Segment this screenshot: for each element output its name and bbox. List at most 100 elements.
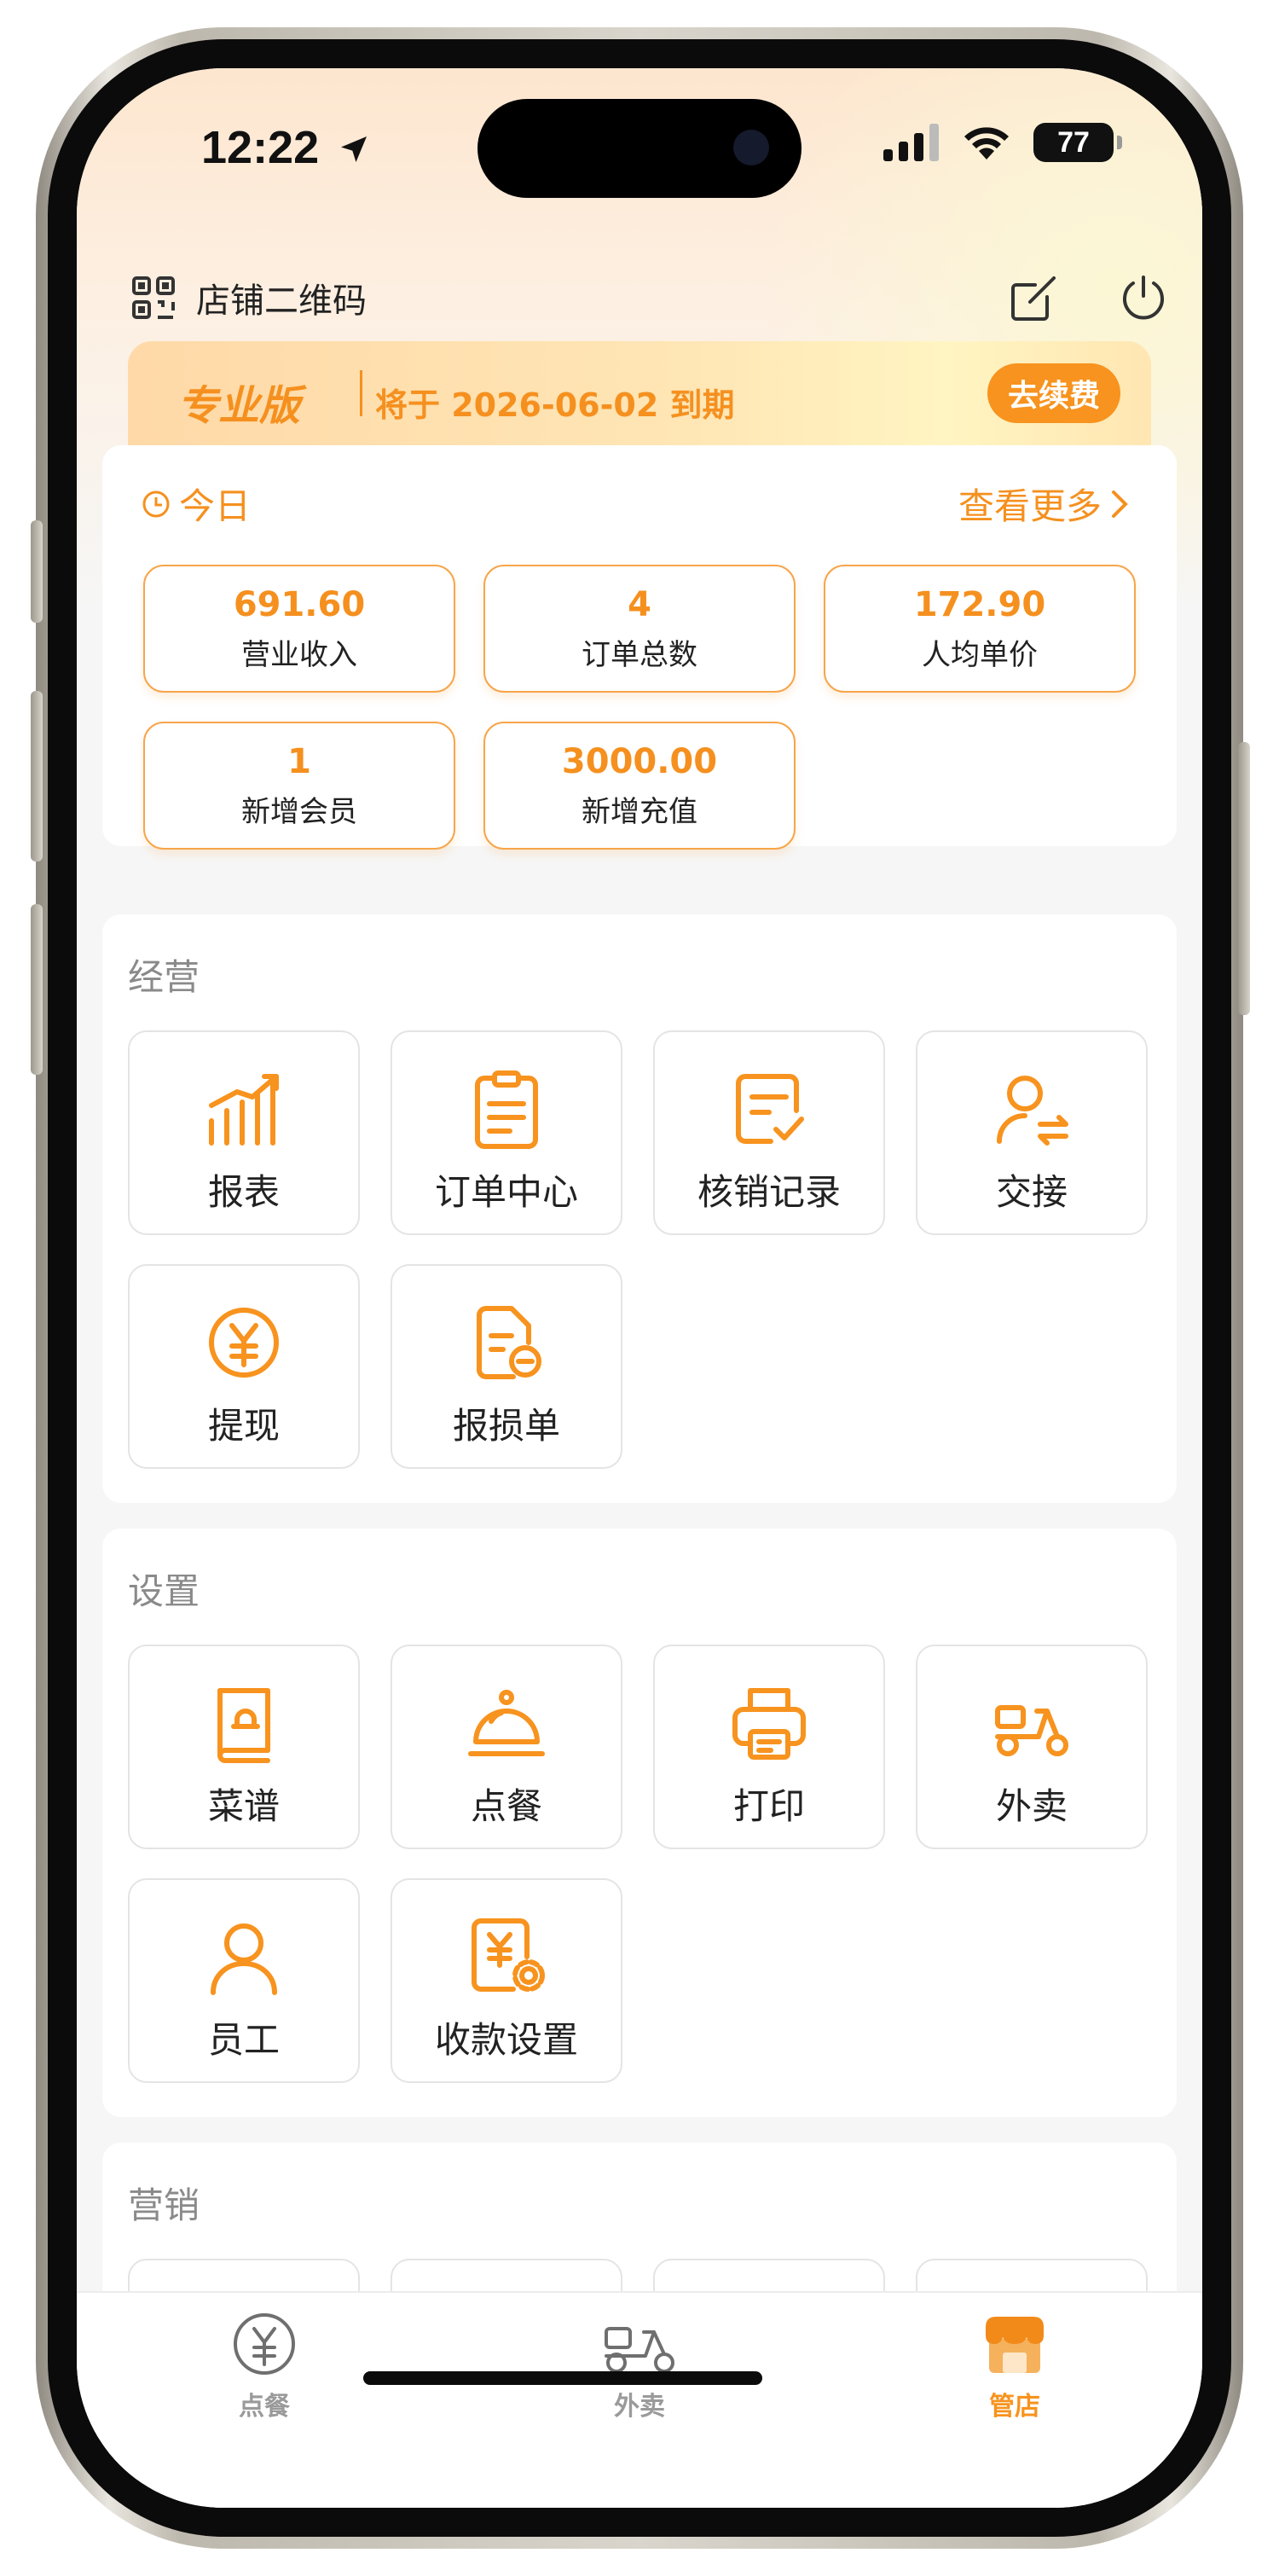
edit-icon[interactable] [1010, 273, 1059, 322]
section-title: 营销 [128, 2184, 200, 2226]
renew-button[interactable]: 去续费 [987, 363, 1120, 423]
withdraw-label: 提现 [207, 1405, 280, 1447]
volume-down-button [31, 904, 43, 1075]
section-title: 设置 [128, 1570, 200, 1612]
menu-book-icon [217, 1688, 270, 1763]
yuan-icon [234, 2313, 295, 2375]
ordering-label: 点餐 [470, 1785, 542, 1827]
document-minus-icon [477, 1306, 541, 1379]
stat-revenue[interactable]: 691.60 营业收入 [143, 565, 455, 693]
handover-button[interactable]: 交接 [916, 1030, 1148, 1235]
tab-store-manage[interactable]: 管店 [929, 2310, 1100, 2422]
stat-orders[interactable]: 4 订单总数 [483, 565, 796, 693]
store-icon [986, 2317, 1044, 2373]
top-bar: 店铺二维码 [77, 273, 1202, 341]
tab-store-manage-label: 管店 [989, 2392, 1040, 2422]
staff-label: 员工 [207, 2019, 280, 2061]
stat-new-recharge[interactable]: 3000.00 新增充值 [483, 722, 796, 850]
user-icon [211, 1923, 277, 1995]
tab-delivery-label: 外卖 [614, 2392, 665, 2422]
cloche-icon [468, 1690, 545, 1756]
delivery-settings-label: 外卖 [995, 1785, 1068, 1827]
status-time: 12:22 [201, 121, 371, 174]
top-actions [1010, 273, 1168, 322]
staff-button[interactable]: 员工 [128, 1878, 360, 2083]
stat-label: 新增充值 [582, 794, 697, 829]
home-indicator [363, 2371, 762, 2385]
report-label: 报表 [207, 1171, 280, 1213]
today-header: 今日 [142, 478, 251, 530]
withdraw-button[interactable]: 提现 [128, 1264, 360, 1469]
menu-button[interactable]: 菜谱 [128, 1645, 360, 1849]
print-label: 打印 [732, 1785, 805, 1827]
tab-delivery[interactable]: 外卖 [554, 2310, 725, 2422]
wifi-icon [964, 127, 1009, 160]
stat-value: 691.60 [233, 584, 366, 624]
section-title: 经营 [128, 956, 200, 998]
stat-value: 4 [628, 584, 651, 624]
today-title: 今日 [179, 485, 252, 527]
qr-code-icon [132, 276, 175, 319]
scooter-icon [995, 1705, 1068, 1756]
location-arrow-icon [341, 136, 367, 162]
store-qr-button[interactable]: 店铺二维码 [131, 273, 367, 322]
today-card: 今日 查看更多 691.60 营业收入 4 订单总数 172.90 人均单价 1… [102, 445, 1177, 850]
status-bar: 12:22 77 [77, 68, 1202, 222]
verification-records-label: 核销记录 [697, 1171, 841, 1213]
menu-label: 菜谱 [207, 1785, 280, 1827]
banner-divider [360, 370, 362, 416]
stat-new-members[interactable]: 1 新增会员 [143, 722, 455, 850]
operations-section: 经营 报表 订单中心 核销记录 交接 提现 报损单 [102, 914, 1177, 1503]
tab-ordering[interactable]: 点餐 [179, 2310, 350, 2422]
payment-settings-icon [472, 1918, 545, 1992]
stat-label: 人均单价 [922, 637, 1038, 672]
print-button[interactable]: 打印 [653, 1645, 885, 1849]
battery-icon: 77 [1033, 123, 1122, 162]
subscription-banner: 专业版 将于 2026-06-02 到期 去续费 [128, 341, 1151, 452]
yuan-coin-icon [209, 1308, 279, 1378]
delivery-settings-button[interactable]: 外卖 [916, 1645, 1148, 1849]
stat-avg-price[interactable]: 172.90 人均单价 [824, 565, 1136, 693]
user-swap-icon [997, 1076, 1068, 1146]
stat-value: 172.90 [913, 584, 1046, 624]
power-button [1238, 742, 1250, 1015]
scooter-icon [605, 2327, 674, 2373]
tab-ordering-label: 点餐 [239, 2392, 290, 2422]
report-button[interactable]: 报表 [128, 1030, 360, 1235]
payment-settings-label: 收款设置 [434, 2019, 578, 2061]
chart-icon [209, 1074, 279, 1146]
handover-label: 交接 [995, 1171, 1068, 1213]
chevron-right-icon [1112, 490, 1128, 518]
status-icons: 77 [883, 123, 1122, 162]
store-qr-label: 店铺二维码 [196, 281, 367, 321]
settings-section: 设置 菜谱 点餐 打印 外卖 员工 收款设置 [102, 1529, 1177, 2117]
screen: 12:22 77 店铺二维码 专业版 将于 2026-06-02 到期 去续费 … [77, 68, 1202, 2508]
checklist-icon [736, 1074, 804, 1144]
volume-up-button [31, 691, 43, 862]
loss-report-button[interactable]: 报损单 [391, 1264, 622, 1469]
clock-icon [142, 490, 170, 517]
clipboard-icon [475, 1070, 538, 1149]
camera-icon [733, 130, 769, 165]
order-center-label: 订单中心 [434, 1171, 578, 1213]
view-more-label: 查看更多 [958, 485, 1102, 527]
stat-label: 新增会员 [241, 794, 357, 829]
stat-value: 1 [287, 741, 311, 781]
action-button [31, 520, 43, 623]
stat-label: 订单总数 [582, 637, 697, 672]
edition-label: 专业版 [177, 382, 301, 430]
bottom-tab-bar: 点餐 外卖 管店 [77, 2291, 1202, 2508]
stat-value: 3000.00 [561, 741, 718, 781]
ordering-button[interactable]: 点餐 [391, 1645, 622, 1849]
payment-settings-button[interactable]: 收款设置 [391, 1878, 622, 2083]
expire-text: 将于 2026-06-02 到期 [375, 386, 735, 424]
verification-records-button[interactable]: 核销记录 [653, 1030, 885, 1235]
power-icon[interactable] [1119, 273, 1168, 322]
loss-report-label: 报损单 [452, 1405, 560, 1447]
signal-icon [883, 124, 939, 161]
view-more-link[interactable]: 查看更多 [958, 478, 1129, 530]
order-center-button[interactable]: 订单中心 [391, 1030, 622, 1235]
printer-icon [732, 1688, 806, 1760]
stat-label: 营业收入 [241, 637, 357, 672]
dynamic-island [477, 99, 802, 198]
